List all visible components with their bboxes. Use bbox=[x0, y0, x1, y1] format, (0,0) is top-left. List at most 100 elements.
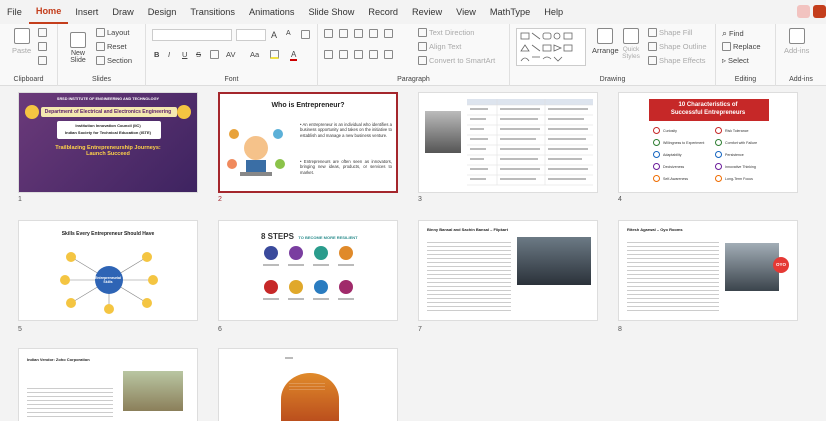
characteristic-item: Curiosity bbox=[653, 127, 677, 134]
select-button[interactable]: ▹ Select bbox=[722, 56, 749, 65]
text-direction-button[interactable]: Text Direction bbox=[418, 28, 474, 37]
menu-insert[interactable]: Insert bbox=[68, 0, 105, 24]
menu-mathtype[interactable]: MathType bbox=[483, 0, 537, 24]
section-button[interactable]: Section bbox=[96, 56, 132, 65]
replace-button[interactable]: Replace bbox=[722, 42, 761, 51]
characteristic-icon bbox=[653, 175, 660, 182]
arrange-button[interactable]: Arrange bbox=[592, 28, 619, 55]
slide-thumbnail-3[interactable] bbox=[418, 92, 598, 193]
slide-8-body-text bbox=[627, 239, 719, 313]
shape-fill-button[interactable]: Shape Fill bbox=[648, 28, 692, 37]
slide-thumbnail-5[interactable]: Skills Every Entrepreneur Should Have En… bbox=[18, 220, 198, 321]
shadow-icon bbox=[210, 50, 219, 59]
format-painter-button[interactable] bbox=[38, 56, 47, 65]
align-buttons bbox=[324, 50, 393, 59]
slide-thumbnail-9[interactable]: Indian Vendor: Zoho Corporation bbox=[18, 348, 198, 421]
editing-label: Editing bbox=[734, 76, 757, 83]
italic-button[interactable]: I bbox=[168, 50, 170, 59]
char-spacing-button[interactable]: AV bbox=[226, 50, 235, 59]
characteristic-label: Decisiveness bbox=[663, 164, 685, 169]
shrink-font-button[interactable]: A bbox=[286, 30, 291, 37]
increase-indent-icon[interactable] bbox=[369, 29, 378, 38]
decrease-indent-icon[interactable] bbox=[354, 29, 363, 38]
characteristic-label: Self-Awareness bbox=[663, 176, 689, 181]
quick-styles-button[interactable]: Quick Styles bbox=[620, 28, 642, 60]
align-right-icon[interactable] bbox=[354, 50, 363, 59]
characteristic-label: Curiosity bbox=[663, 128, 677, 133]
grow-font-button[interactable]: A bbox=[271, 30, 277, 40]
columns-icon[interactable] bbox=[384, 50, 393, 59]
shape-effects-button[interactable]: Shape Effects bbox=[648, 56, 706, 65]
slide-thumbnail-4[interactable]: 10 Characteristics of Successful Entrepr… bbox=[618, 92, 798, 193]
slide-thumbnail-8[interactable]: Ritesh Agarwal – Oyo Rooms OYO bbox=[618, 220, 798, 321]
characteristic-label: Persistence bbox=[725, 152, 744, 157]
slide-number-4: 4 bbox=[618, 196, 622, 203]
slide-7-photo bbox=[517, 237, 591, 285]
drawing-group: Arrange Quick Styles Shape Fill Shape Ou… bbox=[510, 24, 716, 86]
slide-number-6: 6 bbox=[218, 326, 222, 333]
slide-8-title: Ritesh Agarwal – Oyo Rooms bbox=[627, 227, 683, 232]
highlight-button[interactable] bbox=[270, 50, 279, 59]
menu-draw[interactable]: Draw bbox=[105, 0, 140, 24]
slide-1-dept: Department of Electrical and Electronics… bbox=[44, 108, 172, 115]
shape-outline-icon bbox=[648, 42, 657, 51]
menu-record[interactable]: Record bbox=[361, 0, 405, 24]
menu-review[interactable]: Review bbox=[405, 0, 449, 24]
drawing-label: Drawing bbox=[599, 76, 626, 83]
bullets-icon[interactable] bbox=[324, 29, 333, 38]
copy-button[interactable] bbox=[38, 42, 47, 51]
align-center-icon[interactable] bbox=[339, 50, 348, 59]
font-label: Font bbox=[224, 76, 239, 83]
slide-5-title: Skills Every Entrepreneur Should Have bbox=[61, 231, 155, 237]
menu-slide-show[interactable]: Slide Show bbox=[301, 0, 361, 24]
menu-animations[interactable]: Animations bbox=[242, 0, 301, 24]
smartart-button[interactable]: Convert to SmartArt bbox=[418, 56, 495, 65]
cut-button[interactable] bbox=[38, 28, 47, 37]
numbering-icon[interactable] bbox=[339, 29, 348, 38]
menu-view[interactable]: View bbox=[449, 0, 483, 24]
comments-button[interactable] bbox=[797, 5, 810, 18]
strikethrough-button[interactable]: S bbox=[196, 50, 201, 59]
reset-button[interactable]: Reset bbox=[96, 42, 127, 51]
change-case-button[interactable]: Aa bbox=[250, 50, 259, 59]
slide-1-council: Institution Innovation Council (IIC) bbox=[75, 123, 141, 128]
characteristic-icon bbox=[653, 163, 660, 170]
align-text-button[interactable]: Align Text bbox=[418, 42, 461, 51]
line-spacing-icon[interactable] bbox=[384, 29, 393, 38]
slide-number-3: 3 bbox=[418, 196, 422, 203]
share-button[interactable] bbox=[813, 5, 826, 18]
characteristic-item: Decisiveness bbox=[653, 163, 684, 170]
menu-home[interactable]: Home bbox=[28, 0, 69, 24]
justify-icon[interactable] bbox=[369, 50, 378, 59]
menu-help[interactable]: Help bbox=[537, 0, 570, 24]
slide-thumbnail-1[interactable]: SRSD INSTITUTE OF ENGINEERING AND TECHNO… bbox=[18, 92, 198, 193]
slide-thumbnail-6[interactable]: 8 STEPS TO BECOME MORE RESILIENT bbox=[218, 220, 398, 321]
slide-thumbnail-10[interactable] bbox=[218, 348, 398, 421]
paragraph-label: Paragraph bbox=[397, 76, 430, 83]
font-name-select[interactable] bbox=[152, 29, 232, 41]
new-slide-button[interactable]: New Slide bbox=[66, 32, 90, 64]
layout-button[interactable]: Layout bbox=[96, 28, 130, 37]
menu-file[interactable]: File bbox=[0, 0, 29, 24]
slide-3-photo bbox=[425, 111, 461, 153]
font-size-select[interactable] bbox=[236, 29, 266, 41]
shapes-gallery[interactable] bbox=[516, 28, 586, 66]
menu-design[interactable]: Design bbox=[141, 0, 184, 24]
align-left-icon[interactable] bbox=[324, 50, 333, 59]
shape-outline-button[interactable]: Shape Outline bbox=[648, 42, 707, 51]
slide-thumbnail-2[interactable]: Who is Entrepreneur? • An entrepreneur i… bbox=[218, 92, 398, 193]
characteristic-label: Willingness to Experiment bbox=[663, 140, 705, 145]
clear-format-button[interactable] bbox=[301, 30, 310, 39]
addins-button[interactable]: Add-ins bbox=[784, 28, 809, 55]
highlight-icon bbox=[270, 50, 279, 59]
shadow-button[interactable] bbox=[210, 50, 219, 59]
slide-thumbnail-7[interactable]: Binny Bansal and Sachin Bansal – Flipkar… bbox=[418, 220, 598, 321]
text-direction-icon bbox=[418, 28, 427, 37]
underline-button[interactable]: U bbox=[182, 50, 187, 59]
paste-button[interactable]: Paste bbox=[12, 28, 31, 55]
addins-group: Add-ins Add-ins bbox=[776, 24, 826, 86]
font-color-button[interactable]: A bbox=[290, 50, 298, 61]
menu-transitions[interactable]: Transitions bbox=[183, 0, 242, 24]
bold-button[interactable]: B bbox=[154, 50, 159, 59]
find-button[interactable]: ⌕ Find bbox=[722, 28, 744, 39]
